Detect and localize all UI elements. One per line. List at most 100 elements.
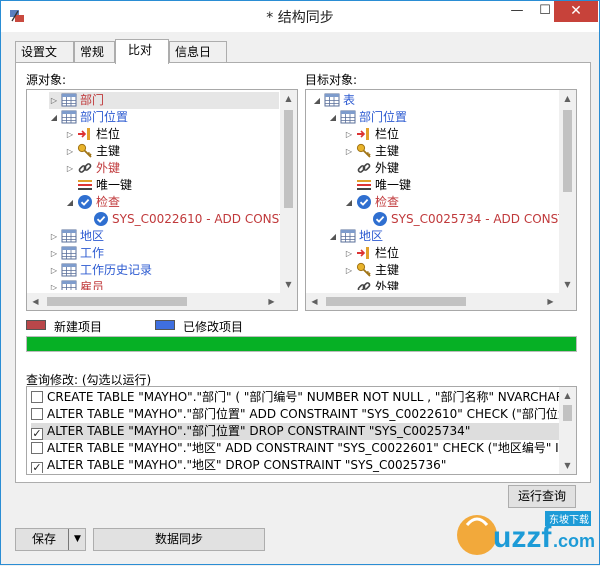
tab-settings-file[interactable]: 设置文件	[15, 41, 74, 79]
target-tree-item[interactable]: ▷ 主键	[344, 143, 399, 160]
query-row[interactable]: ALTER TABLE "MAYHO"."部门位置" ADD CONSTRAIN…	[31, 406, 559, 423]
source-tree-item[interactable]: ▷ 工作	[49, 245, 104, 262]
collapse-arrow-icon[interactable]: ◢	[49, 109, 59, 126]
tab-info-log[interactable]: 信息日志	[169, 41, 227, 79]
progress-fill	[27, 337, 576, 351]
run-query-button[interactable]: 运行查询	[508, 485, 576, 508]
target-tree-item[interactable]: 唯一键	[344, 177, 411, 194]
query-row[interactable]: ✓ ALTER TABLE "MAYHO"."部门位置" DROP CONSTRA…	[31, 423, 559, 440]
query-row[interactable]: CREATE TABLE "MAYHO"."部门" ( "部门编号" NUMBE…	[31, 389, 559, 406]
checked-checkbox[interactable]: ✓	[31, 462, 43, 473]
query-list[interactable]: CREATE TABLE "MAYHO"."部门" ( "部门编号" NUMBE…	[26, 386, 577, 475]
expand-arrow-icon[interactable]: ▷	[344, 245, 354, 262]
expand-arrow-icon[interactable]: ▷	[49, 228, 59, 245]
scroll-up-icon[interactable]: ▲	[559, 387, 576, 404]
scroll-thumb[interactable]	[563, 110, 572, 192]
tree-item-label: 外键	[375, 161, 400, 175]
collapse-arrow-icon[interactable]: ◢	[328, 228, 338, 245]
tree-item-label: 主键	[375, 263, 400, 277]
expand-arrow-icon[interactable]: ▷	[65, 143, 75, 160]
expand-arrow-icon[interactable]: ▷	[49, 245, 59, 262]
scroll-up-icon[interactable]: ▲	[559, 90, 576, 107]
target-tree-item[interactable]: ◢ 地区	[328, 228, 383, 245]
target-vscrollbar[interactable]: ▲ ▼	[559, 90, 576, 293]
target-tree-item[interactable]: ▷ 主键	[344, 262, 399, 279]
key-icon	[77, 143, 93, 159]
collapse-arrow-icon[interactable]: ◢	[344, 194, 354, 211]
expand-arrow-icon[interactable]: ▷	[65, 126, 75, 143]
source-tree-item[interactable]: ◢ 部门位置	[49, 109, 128, 126]
tree-item-label: 主键	[96, 144, 121, 158]
query-text: CREATE TABLE "MAYHO"."部门" ( "部门编号" NUMBE…	[47, 390, 559, 404]
target-tree-item[interactable]: 外键	[344, 279, 399, 290]
close-button[interactable]: ✕	[554, 1, 598, 22]
tab-compare[interactable]: 比对	[115, 39, 169, 64]
unchecked-checkbox[interactable]	[31, 391, 43, 403]
target-tree-item[interactable]: ◢ 检查	[344, 194, 399, 211]
query-vscrollbar[interactable]: ▲ ▼	[559, 387, 576, 474]
tab-general[interactable]: 常规	[74, 41, 115, 63]
data-sync-button[interactable]: 数据同步	[93, 528, 265, 551]
scroll-up-icon[interactable]: ▲	[280, 90, 297, 107]
expand-arrow-icon[interactable]: ▷	[49, 262, 59, 279]
source-hscrollbar[interactable]: ◀ ▶	[27, 293, 297, 310]
tree-item-label: 外键	[96, 161, 121, 175]
expand-arrow-icon[interactable]: ▷	[49, 92, 59, 109]
scroll-down-icon[interactable]: ▼	[280, 276, 297, 293]
expand-arrow-icon[interactable]: ▷	[49, 279, 59, 290]
save-button[interactable]: 保存 ▼	[15, 528, 86, 551]
expand-arrow-icon[interactable]: ▷	[344, 126, 354, 143]
collapse-arrow-icon[interactable]: ◢	[65, 194, 75, 211]
target-tree-item[interactable]: ◢ 表	[312, 92, 355, 109]
scroll-thumb[interactable]	[326, 297, 466, 306]
unique-icon	[77, 177, 93, 193]
expand-arrow-icon[interactable]: ▷	[344, 262, 354, 279]
source-tree-item[interactable]: 唯一键	[65, 177, 132, 194]
unchecked-checkbox[interactable]	[31, 408, 43, 420]
scroll-thumb[interactable]	[284, 110, 293, 208]
source-tree-item[interactable]: ▷ 雇员	[49, 279, 104, 290]
target-tree[interactable]: ◢ 表 ◢ 部门位置 ▷ 栏位 ▷ 主键 外键 唯一键 ◢ 检查 SYS_C0025734 - ADD …	[305, 89, 577, 311]
target-tree-item[interactable]: 外键	[344, 160, 399, 177]
scroll-thumb[interactable]	[563, 405, 572, 421]
scroll-down-icon[interactable]: ▼	[559, 276, 576, 293]
source-tree-item[interactable]: ▷ 栏位	[65, 126, 120, 143]
source-tree-item[interactable]: ◢ 检查	[65, 194, 120, 211]
target-tree-item[interactable]: ▷ 栏位	[344, 245, 399, 262]
source-tree-item[interactable]: ▷ 地区	[49, 228, 104, 245]
target-tree-item[interactable]: ▷ 栏位	[344, 126, 399, 143]
query-text: ALTER TABLE "MAYHO"."部门位置" ADD CONSTRAIN…	[47, 407, 559, 421]
source-vscrollbar[interactable]: ▲ ▼	[280, 90, 297, 293]
tree-item-label: 部门位置	[80, 110, 129, 124]
scroll-right-icon[interactable]: ▶	[263, 293, 280, 310]
table-icon	[61, 109, 77, 125]
target-hscrollbar[interactable]: ◀ ▶	[306, 293, 576, 310]
scroll-down-icon[interactable]: ▼	[559, 457, 576, 474]
query-text: ALTER TABLE "MAYHO"."部门位置" DROP CONSTRAI…	[47, 424, 471, 438]
expand-arrow-icon[interactable]: ▷	[344, 143, 354, 160]
collapse-arrow-icon[interactable]: ◢	[328, 109, 338, 126]
collapse-arrow-icon[interactable]: ◢	[312, 92, 322, 109]
check-icon	[93, 211, 109, 227]
save-dropdown-icon[interactable]: ▼	[68, 529, 86, 550]
unchecked-checkbox[interactable]	[31, 442, 43, 454]
query-row[interactable]: ALTER TABLE "MAYHO"."地区" ADD CONSTRAINT …	[31, 440, 559, 457]
source-tree-item[interactable]: ▷ 工作历史记录	[49, 262, 152, 279]
scroll-left-icon[interactable]: ◀	[27, 293, 44, 310]
source-tree[interactable]: ▷ 部门 ◢ 部门位置 ▷ 栏位 ▷ 主键 ▷ 外键 唯一键 ◢ 检查 SYS_C0022610 - AD…	[26, 89, 298, 311]
scroll-left-icon[interactable]: ◀	[306, 293, 323, 310]
checked-checkbox[interactable]: ✓	[31, 428, 43, 440]
source-tree-item[interactable]: ▷ 外键	[65, 160, 120, 177]
scroll-right-icon[interactable]: ▶	[542, 293, 559, 310]
scroll-thumb[interactable]	[47, 297, 187, 306]
source-tree-item[interactable]: SYS_C0022610 - ADD CONSTRAINT	[81, 211, 281, 228]
title-bar[interactable]: * 结构同步 — ☐ ✕	[1, 1, 599, 32]
minimize-button[interactable]: —	[503, 1, 531, 22]
query-row[interactable]: ✓ ALTER TABLE "MAYHO"."地区" DROP CONSTRAIN…	[31, 457, 446, 473]
target-tree-item[interactable]: SYS_C0025734 - ADD CONSTRAINT	[360, 211, 560, 228]
tree-item-label: 地区	[359, 229, 384, 243]
source-tree-item[interactable]: ▷ 部门	[49, 92, 279, 109]
target-tree-item[interactable]: ◢ 部门位置	[328, 109, 407, 126]
expand-arrow-icon[interactable]: ▷	[65, 160, 75, 177]
source-tree-item[interactable]: ▷ 主键	[65, 143, 120, 160]
